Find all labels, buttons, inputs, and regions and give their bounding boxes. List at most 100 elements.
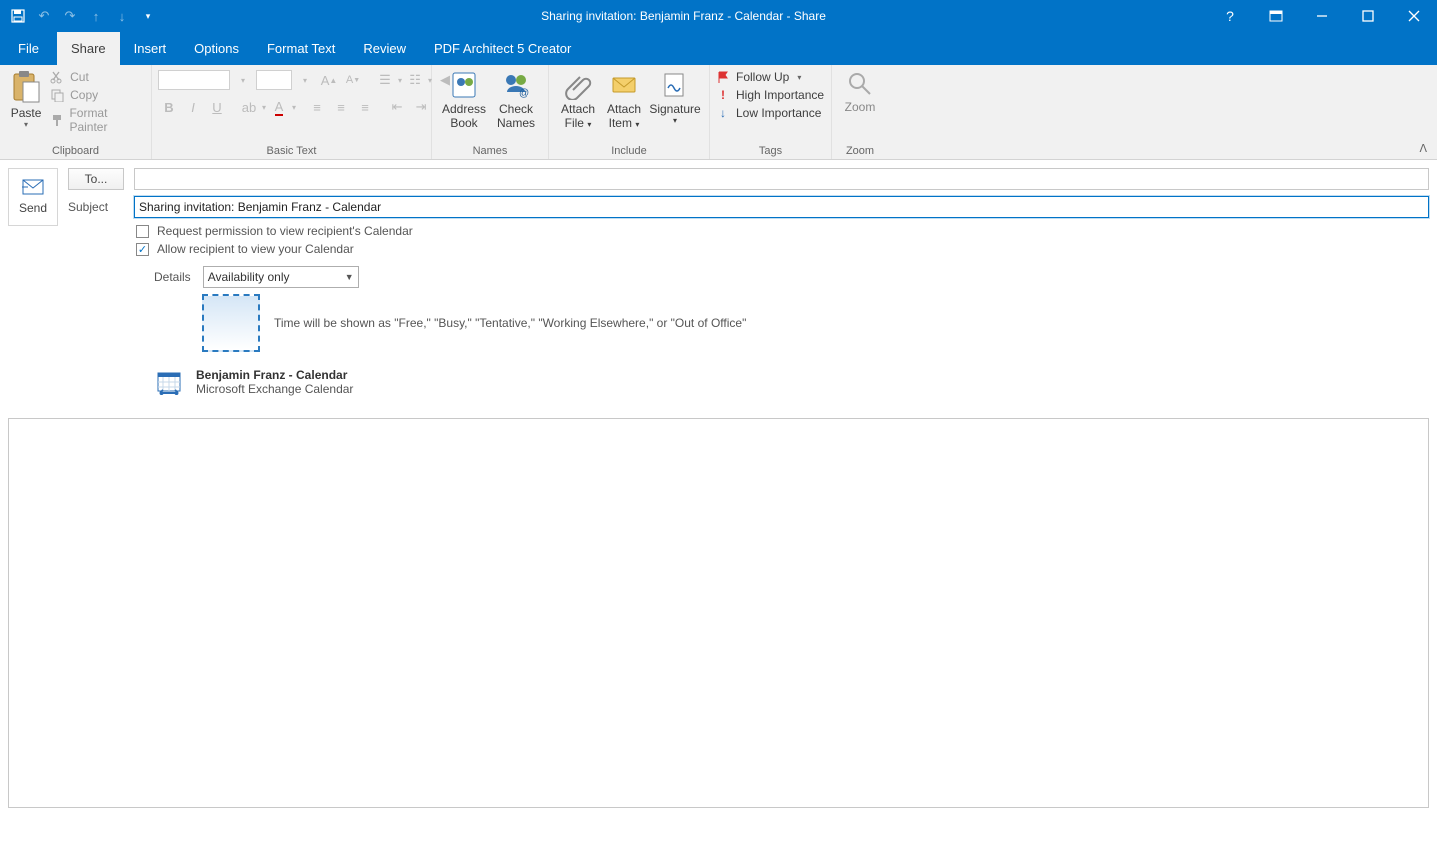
calendar-type: Microsoft Exchange Calendar [196, 382, 353, 396]
subject-input[interactable] [134, 196, 1429, 218]
numbering-icon[interactable]: ☷ [404, 70, 426, 90]
group-include: Attach File ▾ Attach Item ▾ Signature ▾ … [549, 65, 710, 159]
group-label-include: Include [549, 145, 709, 159]
bold-icon[interactable]: B [158, 97, 180, 117]
paste-dropdown-icon: ▾ [6, 120, 46, 129]
help-icon[interactable]: ? [1207, 0, 1253, 32]
bullets-icon[interactable]: ☰ [374, 70, 396, 90]
paste-icon [11, 70, 41, 104]
align-center-icon[interactable]: ≡ [330, 97, 352, 117]
group-names: Address Book @ Check Names Names [432, 65, 549, 159]
allow-recipient-checkbox[interactable]: ✓ [136, 243, 149, 256]
low-importance-button[interactable]: ↓ Low Importance [716, 106, 824, 120]
save-icon[interactable] [6, 4, 30, 28]
attach-file-icon [563, 70, 593, 100]
font-color-icon[interactable]: A [268, 97, 290, 117]
check-names-l2: Names [490, 116, 542, 130]
to-input[interactable] [134, 168, 1429, 190]
tab-review[interactable]: Review [349, 32, 420, 65]
svg-text:@: @ [519, 88, 529, 99]
cut-icon [50, 70, 64, 84]
group-tags: Follow Up ! High Importance ↓ Low Import… [710, 65, 832, 159]
decrease-indent-icon[interactable]: ⇤ [386, 97, 408, 117]
prev-icon[interactable]: ↑ [84, 4, 108, 28]
ribbon-display-icon[interactable] [1253, 0, 1299, 32]
allow-recipient-label: Allow recipient to view your Calendar [157, 242, 354, 256]
tab-options[interactable]: Options [180, 32, 253, 65]
details-select[interactable]: Availability only ▼ [203, 266, 359, 288]
flag-icon [716, 70, 730, 84]
quick-access-toolbar: ↶ ↷ ↑ ↓ ▾ [0, 4, 160, 28]
attach-item-icon [609, 70, 639, 100]
request-permission-checkbox[interactable] [136, 225, 149, 238]
calendar-name: Benjamin Franz - Calendar [196, 368, 353, 382]
message-header: Send To... Subject Request permission to… [0, 160, 1437, 412]
highlight-icon[interactable]: ab [238, 97, 260, 117]
attach-item-button[interactable]: Attach Item ▾ [601, 68, 647, 130]
paste-label: Paste [6, 106, 46, 120]
qat-customize-icon[interactable]: ▾ [136, 4, 160, 28]
maximize-button[interactable] [1345, 0, 1391, 32]
low-importance-icon: ↓ [716, 106, 730, 120]
follow-up-button[interactable]: Follow Up [716, 70, 824, 84]
details-label: Details [154, 270, 191, 284]
close-button[interactable] [1391, 0, 1437, 32]
group-label-names: Names [432, 145, 548, 159]
font-name-select[interactable] [158, 70, 230, 90]
tab-share[interactable]: Share [57, 32, 120, 65]
minimize-button[interactable] [1299, 0, 1345, 32]
availability-preview-icon [202, 294, 260, 352]
align-left-icon[interactable]: ≡ [306, 97, 328, 117]
align-right-icon[interactable]: ≡ [354, 97, 376, 117]
font-size-select[interactable] [256, 70, 292, 90]
signature-button[interactable]: Signature ▾ [647, 68, 703, 125]
signature-icon [660, 70, 690, 100]
redo-icon[interactable]: ↷ [58, 4, 82, 28]
availability-hint: Time will be shown as "Free," "Busy," "T… [274, 316, 746, 330]
cut-button[interactable]: Cut [50, 70, 145, 84]
increase-indent-icon[interactable]: ⇥ [410, 97, 432, 117]
follow-up-label: Follow Up [736, 70, 789, 84]
attach-file-l1: Attach [561, 102, 595, 116]
undo-icon[interactable]: ↶ [32, 4, 56, 28]
subject-label: Subject [68, 200, 124, 214]
address-book-l2: Book [438, 116, 490, 130]
tab-format-text[interactable]: Format Text [253, 32, 349, 65]
address-book-button[interactable]: Address Book [438, 68, 490, 130]
message-body[interactable] [8, 418, 1429, 808]
to-button[interactable]: To... [68, 168, 124, 190]
ribbon-tabs: File Share Insert Options Format Text Re… [0, 32, 1437, 65]
allow-recipient-row[interactable]: ✓ Allow recipient to view your Calendar [136, 242, 1429, 256]
check-names-button[interactable]: @ Check Names [490, 68, 542, 130]
format-painter-icon [50, 113, 63, 127]
zoom-button[interactable]: Zoom [838, 68, 882, 114]
address-book-l1: Address [442, 102, 486, 116]
cut-label: Cut [70, 70, 89, 84]
send-label: Send [19, 201, 47, 215]
tab-insert[interactable]: Insert [120, 32, 181, 65]
attach-item-l2: Item ▾ [601, 116, 647, 130]
request-permission-row[interactable]: Request permission to view recipient's C… [136, 224, 1429, 238]
attach-file-l2: File ▾ [555, 116, 601, 130]
next-icon[interactable]: ↓ [110, 4, 134, 28]
high-importance-button[interactable]: ! High Importance [716, 88, 824, 102]
calendar-share-icon [156, 369, 182, 395]
group-zoom: Zoom Zoom [832, 65, 888, 159]
copy-button[interactable]: Copy [50, 88, 145, 102]
send-button[interactable]: Send [8, 168, 58, 226]
group-basic-text: ▾ ▾ A▲ A▼ ☰▾ ☷▾ ◀ ▶ B I U ab▾ A▾ ≡ ≡ ≡ [152, 65, 432, 159]
tab-pdf-architect[interactable]: PDF Architect 5 Creator [420, 32, 585, 65]
check-names-icon: @ [501, 70, 531, 100]
format-painter-button[interactable]: Format Painter [50, 106, 145, 134]
underline-icon[interactable]: U [206, 97, 228, 117]
paste-button[interactable]: Paste ▾ [6, 68, 46, 129]
tab-file[interactable]: File [0, 32, 57, 65]
attach-file-button[interactable]: Attach File ▾ [555, 68, 601, 130]
grow-font-icon[interactable]: A▲ [318, 70, 340, 90]
collapse-ribbon-icon[interactable]: ᐱ [1419, 142, 1427, 155]
attach-item-l1: Attach [607, 102, 641, 116]
group-label-clipboard: Clipboard [0, 145, 151, 159]
shrink-font-icon[interactable]: A▼ [342, 70, 364, 90]
italic-icon[interactable]: I [182, 97, 204, 117]
ribbon: Paste ▾ Cut Copy Format Painter Clipboar… [0, 65, 1437, 160]
